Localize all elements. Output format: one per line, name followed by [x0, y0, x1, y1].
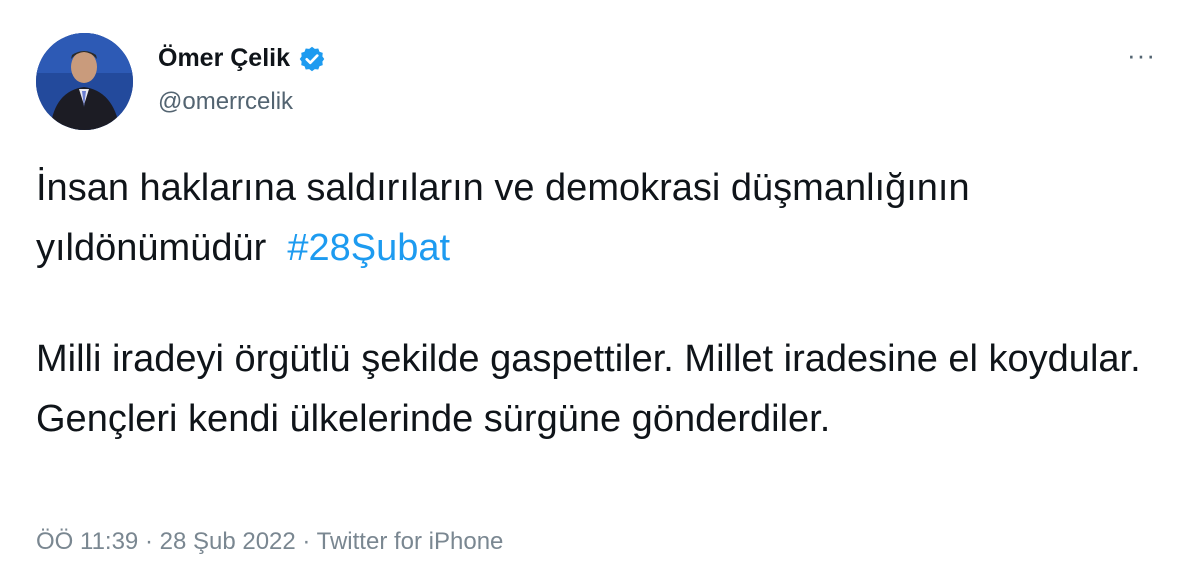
author-display-name[interactable]: Ömer Çelik — [158, 44, 290, 73]
author-handle[interactable]: @omerrcelik — [158, 88, 293, 116]
author-avatar[interactable] — [36, 33, 133, 130]
tweet-time[interactable]: ÖÖ 11:39 — [36, 528, 138, 555]
tweet-metadata: ÖÖ 11:39 · 28 Şub 2022 · Twitter for iPh… — [36, 528, 503, 556]
more-options-icon[interactable]: ··· — [1127, 40, 1156, 71]
hashtag-link[interactable]: #28Şubat — [287, 227, 450, 269]
tweet-source[interactable]: Twitter for iPhone — [317, 528, 504, 555]
profile-photo-icon — [36, 33, 133, 130]
tweet-card: Ömer Çelik @omerrcelik ··· İnsan hakları… — [0, 0, 1200, 586]
tweet-text-1: İnsan haklarına saldırıların ve demokras… — [36, 167, 970, 269]
tweet-text-paragraph-2: Milli iradeyi örgütlü şekilde gaspettile… — [36, 338, 1141, 440]
verified-badge-icon — [298, 45, 326, 73]
tweet-date[interactable]: 28 Şub 2022 — [160, 528, 296, 555]
meta-separator-2: · — [295, 528, 317, 555]
author-name-row: Ömer Çelik — [158, 44, 326, 73]
tweet-text-paragraph-1: İnsan haklarına saldırıların ve demokras… — [36, 158, 1156, 278]
meta-separator: · — [138, 528, 160, 555]
